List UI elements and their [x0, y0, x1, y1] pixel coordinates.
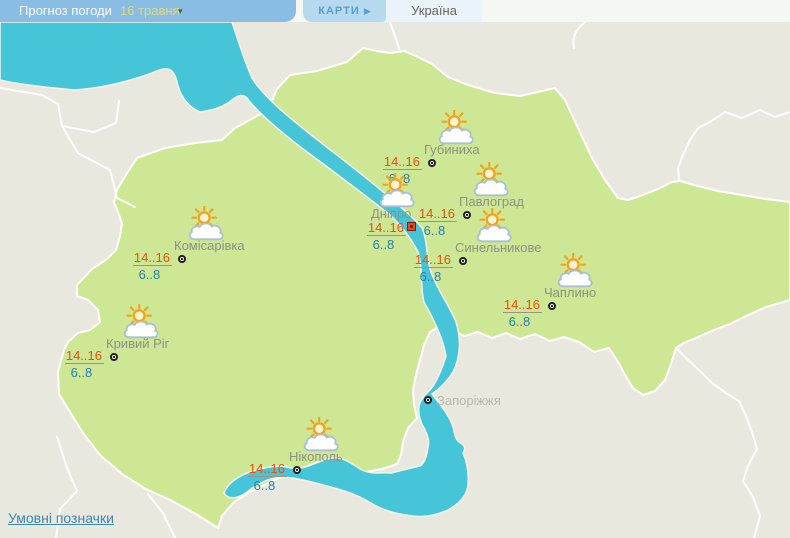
- city-nikopol: Нікополь 14..166..8: [293, 466, 301, 474]
- city-label[interactable]: Кривий Ріг: [106, 336, 169, 351]
- day-temperature: 14..16: [418, 206, 457, 222]
- city-label[interactable]: Запоріжжя: [437, 393, 501, 408]
- city-label[interactable]: Синельникове: [455, 240, 541, 255]
- day-temperature: 14..16: [367, 220, 406, 236]
- day-temperature: 14..16: [503, 297, 542, 313]
- map-canvas: [0, 0, 790, 538]
- night-temperature: 6..8: [503, 314, 536, 329]
- city-marker-icon[interactable]: [459, 257, 467, 265]
- city-marker-icon[interactable]: [428, 159, 436, 167]
- city-label[interactable]: Дніпро: [371, 206, 411, 221]
- city-chaplyne: Чаплино 14..166..8: [548, 302, 556, 310]
- weather-sun-cloud-icon[interactable]: [555, 253, 595, 289]
- city-label[interactable]: Комісарівка: [174, 238, 245, 253]
- night-temperature: 6..8: [133, 267, 166, 282]
- tab-ukraine[interactable]: Україна: [386, 0, 482, 22]
- night-temperature: 6..8: [248, 478, 281, 493]
- city-komisarivka: Комісарівка 14..166..8: [178, 255, 186, 263]
- tab-maps-arrow-icon: ▶: [364, 6, 371, 16]
- weather-sun-cloud-icon[interactable]: [301, 417, 341, 453]
- night-temperature: 6..8: [65, 365, 98, 380]
- city-dnipro: Дніпро 14..166..8: [407, 222, 416, 231]
- header-bar: Прогноз погоди 16 травня ▾ КАРТИ ▶ Украї…: [0, 0, 790, 22]
- city-pavlohrad: Павлоград 14..166..8: [463, 211, 471, 219]
- temperature-block: 14..166..8: [248, 461, 287, 493]
- night-temperature: 6..8: [418, 223, 451, 238]
- city-hubynykha: Губиниха 14..166..8: [428, 159, 436, 167]
- temperature-block: 14..166..8: [133, 250, 172, 282]
- city-kryvyi-rih: Кривий Ріг 14..166..8: [110, 353, 118, 361]
- temperature-block: 14..166..8: [65, 348, 104, 380]
- city-label[interactable]: Нікополь: [289, 449, 343, 464]
- city-marker-icon[interactable]: [293, 466, 301, 474]
- tab-maps-label: КАРТИ: [318, 5, 359, 17]
- weather-sun-cloud-icon[interactable]: [436, 110, 476, 146]
- day-temperature: 14..16: [65, 348, 104, 364]
- day-temperature: 14..16: [414, 252, 453, 268]
- tab-ukraine-label: Україна: [411, 3, 457, 18]
- regional-center-marker-icon[interactable]: [407, 222, 416, 231]
- weather-sun-cloud-icon[interactable]: [377, 173, 417, 209]
- weather-sun-cloud-icon[interactable]: [474, 208, 514, 244]
- temperature-block: 14..166..8: [503, 297, 542, 329]
- city-marker-icon[interactable]: [178, 255, 186, 263]
- date-selector[interactable]: 16 травня: [120, 0, 180, 22]
- city-marker-icon[interactable]: [548, 302, 556, 310]
- temperature-block: 14..166..8: [367, 220, 406, 252]
- tab-maps[interactable]: КАРТИ ▶: [303, 0, 386, 22]
- weather-sun-cloud-icon[interactable]: [121, 304, 161, 340]
- city-label[interactable]: Чаплино: [544, 285, 596, 300]
- temperature-block: 14..166..8: [418, 206, 457, 238]
- city-label[interactable]: Губиниха: [424, 142, 480, 157]
- city-label[interactable]: Павлоград: [459, 194, 524, 209]
- day-temperature: 14..16: [383, 154, 422, 170]
- city-zaporizhzhia: Запоріжжя: [424, 396, 432, 404]
- weather-map-app: Прогноз погоди 16 травня ▾ КАРТИ ▶ Украї…: [0, 0, 790, 538]
- weather-sun-cloud-icon[interactable]: [471, 162, 511, 198]
- city-marker-icon[interactable]: [110, 353, 118, 361]
- night-temperature: 6..8: [414, 269, 447, 284]
- weather-sun-cloud-icon[interactable]: [186, 206, 226, 242]
- date-caret-icon[interactable]: ▾: [178, 0, 183, 22]
- temperature-block: 14..166..8: [414, 252, 453, 284]
- night-temperature: 6..8: [367, 237, 400, 252]
- city-synelnykove: Синельникове 14..166..8: [459, 257, 467, 265]
- legend-link[interactable]: Умовні позначки: [8, 510, 114, 526]
- day-temperature: 14..16: [248, 461, 287, 477]
- day-temperature: 14..16: [133, 250, 172, 266]
- city-marker-icon[interactable]: [463, 211, 471, 219]
- page-title: Прогноз погоди: [19, 0, 112, 22]
- city-marker-icon[interactable]: [424, 396, 432, 404]
